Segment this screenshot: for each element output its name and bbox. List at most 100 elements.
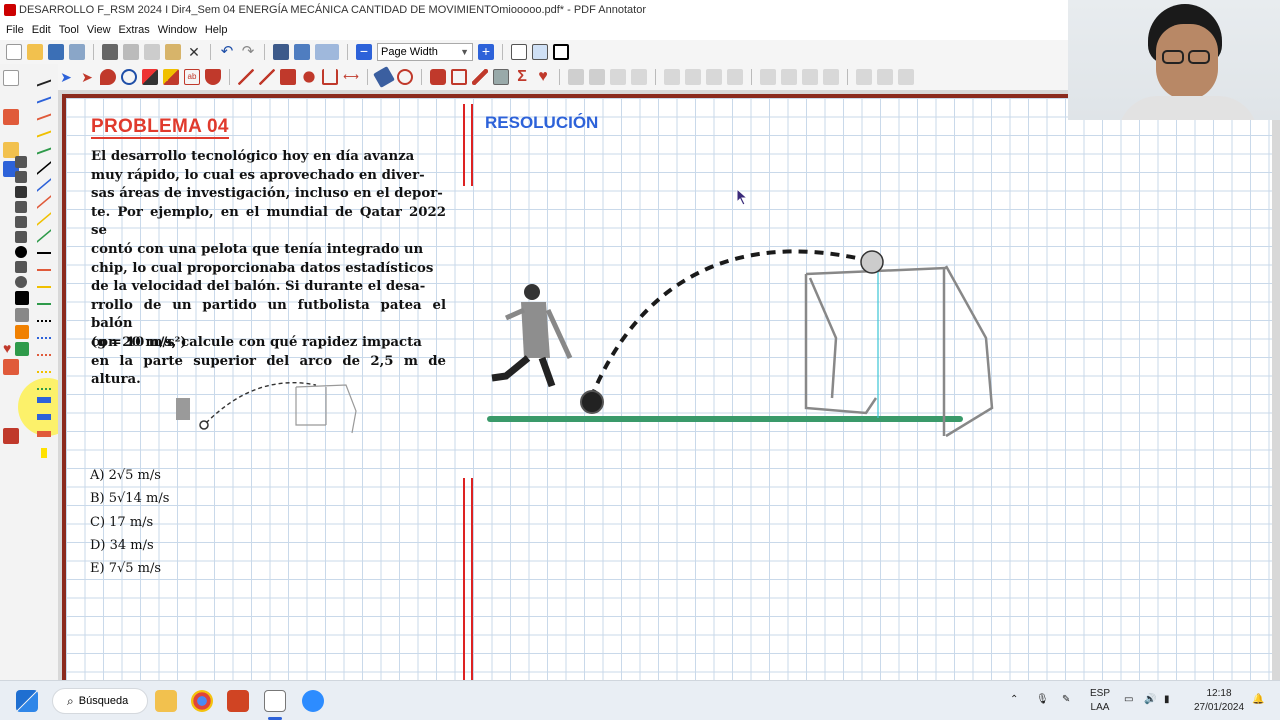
zoom-app-icon[interactable] <box>302 690 324 712</box>
chevron-up-icon[interactable]: ⌃ <box>1010 693 1018 707</box>
paste-icon[interactable] <box>165 44 181 60</box>
select-arrow-icon[interactable]: ➤ <box>58 69 74 85</box>
align-right-icon[interactable] <box>706 69 722 85</box>
language-indicator[interactable]: ESP LAA <box>1086 687 1114 715</box>
align-left-icon[interactable] <box>664 69 680 85</box>
arrow-preset-black-icon[interactable] <box>37 240 51 254</box>
zoom-select[interactable]: Page Width ▼ <box>377 43 473 61</box>
find-icon[interactable] <box>273 44 289 60</box>
save-as-icon[interactable] <box>69 44 85 60</box>
document-viewport[interactable]: PROBLEMA 04 El desarrollo tecnológico ho… <box>58 90 1280 688</box>
menu-file[interactable]: File <box>4 24 30 36</box>
pdf-page[interactable]: PROBLEMA 04 El desarrollo tecnológico ho… <box>62 94 1272 688</box>
lock-icon[interactable] <box>610 69 626 85</box>
page-icon[interactable] <box>3 70 19 86</box>
bar-preset-red-icon[interactable] <box>37 431 51 437</box>
arrow-preset-green-icon[interactable] <box>37 291 51 305</box>
stamp-icon[interactable] <box>205 69 221 85</box>
page-view-icon[interactable] <box>294 44 310 60</box>
pen-preset-yellow-icon[interactable] <box>37 118 51 138</box>
dotted-preset-blue-icon[interactable] <box>37 325 51 339</box>
flip-vertical-icon[interactable] <box>898 69 914 85</box>
distribute-horizontal-icon[interactable] <box>727 69 743 85</box>
image-insert-icon[interactable] <box>493 69 509 85</box>
dotted-preset-black-icon[interactable] <box>37 308 51 322</box>
align-center-icon[interactable] <box>685 69 701 85</box>
numbering-tool-icon[interactable] <box>15 231 27 243</box>
clock[interactable]: 12:18 27/01/2024 <box>1188 687 1250 715</box>
copy-icon[interactable] <box>144 44 160 60</box>
text-box-icon[interactable]: ab <box>184 69 200 85</box>
pen-icon[interactable] <box>142 69 158 85</box>
red-marker-favorite-icon[interactable] <box>3 359 19 375</box>
layout-dropdown-icon[interactable] <box>315 44 339 60</box>
align-middle-icon[interactable] <box>781 69 797 85</box>
pen-tray-icon[interactable]: ✎ <box>1062 693 1070 707</box>
notifications-bell-icon[interactable]: 🔔 <box>1252 693 1264 707</box>
camera-icon[interactable] <box>430 69 446 85</box>
list-tool-icon[interactable] <box>15 171 27 183</box>
color-gray-swatch[interactable] <box>15 308 29 322</box>
marker-icon[interactable] <box>472 69 488 85</box>
fullscreen-icon[interactable] <box>553 44 569 60</box>
volume-icon[interactable]: 🔊 <box>1144 693 1156 707</box>
delete-icon[interactable]: ✕ <box>186 44 202 60</box>
menu-extras[interactable]: Extras <box>117 24 156 36</box>
powerpoint-icon[interactable] <box>227 690 249 712</box>
zoom-out-icon[interactable]: − <box>356 44 372 60</box>
pen-preset-blue-icon[interactable] <box>37 84 51 104</box>
menu-tool[interactable]: Tool <box>57 24 85 36</box>
eraser-icon[interactable] <box>100 69 116 85</box>
pen-preset-red-icon[interactable] <box>37 101 51 121</box>
battery-icon[interactable]: ▮ <box>1164 693 1170 707</box>
ungroup-icon[interactable] <box>589 69 605 85</box>
undo-icon[interactable]: ↶ <box>219 44 235 60</box>
continuous-page-icon[interactable] <box>532 44 548 60</box>
arrow-preset-red-icon[interactable] <box>37 257 51 271</box>
rectangle-icon[interactable] <box>280 69 296 85</box>
pdf-annotator-taskbar-icon[interactable] <box>264 690 286 712</box>
menu-view[interactable]: View <box>85 24 117 36</box>
pipette-tool-icon[interactable] <box>15 216 27 228</box>
network-icon[interactable]: ▭ <box>1124 693 1133 707</box>
chrome-icon[interactable] <box>191 690 213 712</box>
select-arrow-red-icon[interactable]: ➤ <box>79 69 95 85</box>
color-black-swatch[interactable] <box>15 291 29 305</box>
distribute-vertical-icon[interactable] <box>823 69 839 85</box>
lasso-icon[interactable] <box>397 69 413 85</box>
redo-icon[interactable]: ↷ <box>240 44 256 60</box>
align-top-icon[interactable] <box>760 69 776 85</box>
single-page-icon[interactable] <box>511 44 527 60</box>
rotate-icon[interactable] <box>856 69 872 85</box>
dotted-preset-green-icon[interactable] <box>37 376 51 390</box>
measure-icon[interactable]: ⟷ <box>343 69 359 85</box>
align-bottom-icon[interactable] <box>802 69 818 85</box>
red-stamp-favorite-icon[interactable] <box>3 428 19 444</box>
open-folder-icon[interactable] <box>27 44 43 60</box>
menu-window[interactable]: Window <box>156 24 203 36</box>
cut-icon[interactable] <box>123 44 139 60</box>
pen-preset-black-icon[interactable] <box>37 67 51 87</box>
eraser-tool-icon[interactable] <box>373 66 395 88</box>
arrow-line-icon[interactable] <box>259 69 275 85</box>
highlight-preset-blue-icon[interactable] <box>37 397 51 403</box>
favorites-heart-icon[interactable]: ♥ <box>535 69 551 85</box>
windows-start-icon[interactable] <box>16 690 38 712</box>
zoom-in-icon[interactable]: + <box>478 44 494 60</box>
menu-help[interactable]: Help <box>203 24 234 36</box>
red-pen-favorite-icon[interactable] <box>3 109 19 125</box>
dot-tool-icon[interactable] <box>15 246 27 258</box>
crop-icon[interactable] <box>451 69 467 85</box>
menu-edit[interactable]: Edit <box>30 24 57 36</box>
dotted-preset-red-icon[interactable] <box>37 342 51 356</box>
color-green-swatch[interactable] <box>15 342 29 356</box>
print-icon[interactable] <box>102 44 118 60</box>
shape-tool-icon[interactable] <box>15 261 27 273</box>
color-orange-swatch[interactable] <box>15 325 29 339</box>
flip-horizontal-icon[interactable] <box>877 69 893 85</box>
taskbar-search[interactable]: ⌕ Búsqueda <box>52 688 148 714</box>
move-tool-icon[interactable] <box>15 156 27 168</box>
dotted-preset-yellow-icon[interactable] <box>37 359 51 373</box>
bar-preset-yellow-icon[interactable] <box>41 448 47 458</box>
bar-preset-blue-icon[interactable] <box>37 414 51 420</box>
